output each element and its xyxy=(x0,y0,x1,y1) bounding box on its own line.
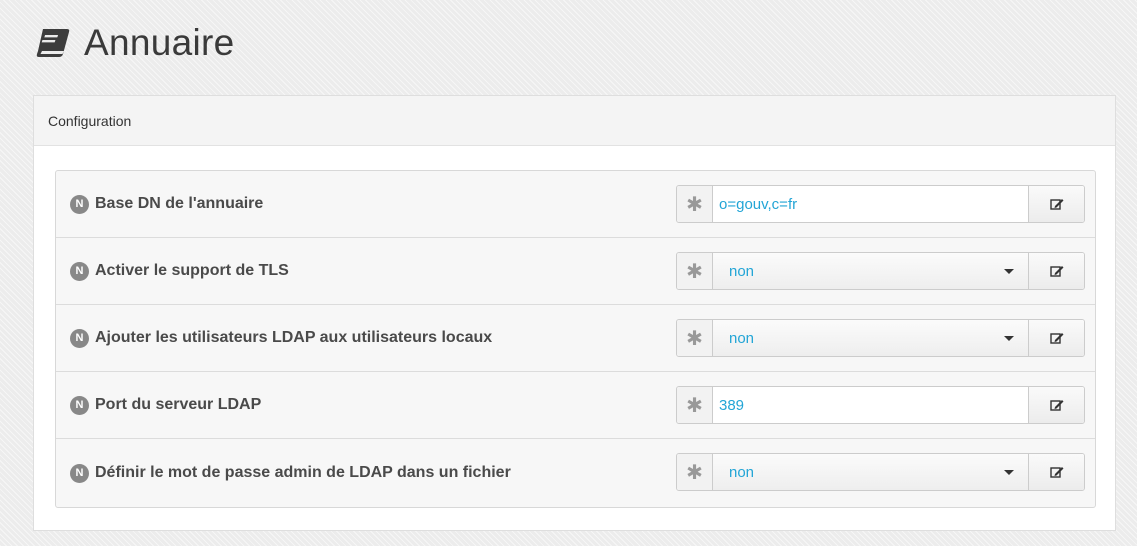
edit-button[interactable] xyxy=(1028,320,1084,356)
page-header: Annuaire xyxy=(34,22,235,64)
select-value: non xyxy=(729,262,755,280)
ldap-port-input[interactable]: 389 xyxy=(713,387,1028,423)
edit-button[interactable] xyxy=(1028,387,1084,423)
ldap-port-field-group: ✱ 389 xyxy=(676,386,1085,424)
form-row-ldap-local-users: N Ajouter les utilisateurs LDAP aux util… xyxy=(56,305,1095,372)
config-form-list: N Base DN de l'annuaire ✱ o=gouv,c=fr N … xyxy=(55,170,1096,508)
admin-password-file-select[interactable]: non xyxy=(713,454,1028,490)
page-title: Annuaire xyxy=(84,22,235,63)
edit-icon xyxy=(1049,399,1063,411)
base-dn-field-group: ✱ o=gouv,c=fr xyxy=(676,185,1085,223)
required-asterisk-icon: ✱ xyxy=(677,186,713,222)
form-row-ldap-port: N Port du serveur LDAP ✱ 389 xyxy=(56,372,1095,439)
required-asterisk-icon: ✱ xyxy=(677,387,713,423)
field-label: Base DN de l'annuaire xyxy=(95,195,264,212)
required-asterisk-icon: ✱ xyxy=(677,454,713,490)
field-label: Ajouter les utilisateurs LDAP aux utilis… xyxy=(95,329,493,346)
edit-button[interactable] xyxy=(1028,186,1084,222)
caret-down-icon xyxy=(1004,268,1014,274)
field-label: Port du serveur LDAP xyxy=(95,396,262,413)
ldap-local-users-select[interactable]: non xyxy=(713,320,1028,356)
configuration-panel: Configuration N Base DN de l'annuaire ✱ … xyxy=(33,95,1116,531)
form-row-base-dn: N Base DN de l'annuaire ✱ o=gouv,c=fr xyxy=(56,171,1095,238)
select-value: non xyxy=(729,329,755,347)
form-row-tls: N Activer le support de TLS ✱ non xyxy=(56,238,1095,305)
form-row-admin-password-file: N Définir le mot de passe admin de LDAP … xyxy=(56,439,1095,507)
tls-select[interactable]: non xyxy=(713,253,1028,289)
base-dn-input[interactable]: o=gouv,c=fr xyxy=(713,186,1028,222)
edit-icon xyxy=(1049,265,1063,277)
field-label: Définir le mot de passe admin de LDAP da… xyxy=(95,464,511,481)
edit-button[interactable] xyxy=(1028,253,1084,289)
normal-level-badge: N xyxy=(70,463,89,483)
book-icon xyxy=(34,26,72,60)
caret-down-icon xyxy=(1004,469,1014,475)
tls-field-group: ✱ non xyxy=(676,252,1085,290)
panel-heading: Configuration xyxy=(34,96,1115,146)
select-value: non xyxy=(729,463,755,481)
ldap-local-users-field-group: ✱ non xyxy=(676,319,1085,357)
field-label: Activer le support de TLS xyxy=(95,262,289,279)
edit-icon xyxy=(1049,332,1063,344)
admin-password-file-field-group: ✱ non xyxy=(676,453,1085,491)
edit-icon xyxy=(1049,198,1063,210)
normal-level-badge: N xyxy=(70,261,89,281)
caret-down-icon xyxy=(1004,335,1014,341)
edit-button[interactable] xyxy=(1028,454,1084,490)
required-asterisk-icon: ✱ xyxy=(677,320,713,356)
normal-level-badge: N xyxy=(70,194,89,214)
edit-icon xyxy=(1049,466,1063,478)
required-asterisk-icon: ✱ xyxy=(677,253,713,289)
normal-level-badge: N xyxy=(70,395,89,415)
normal-level-badge: N xyxy=(70,328,89,348)
